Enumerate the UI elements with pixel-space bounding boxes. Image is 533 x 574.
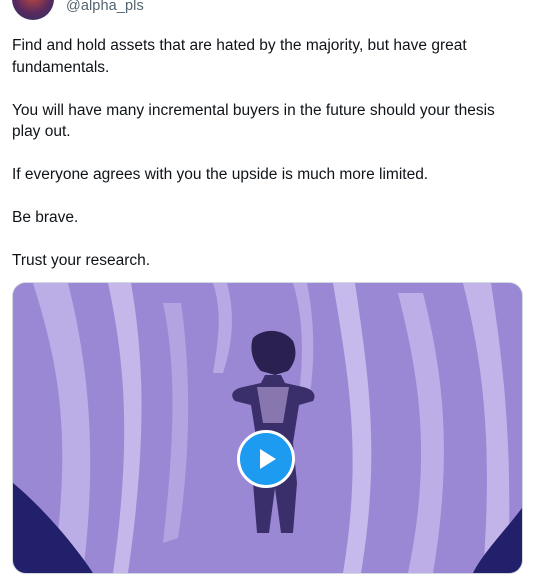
tweet-paragraph: Trust your research. [12,252,151,269]
avatar[interactable] [12,0,54,20]
tweet-text: Find and hold assets that are hated by t… [12,35,512,293]
tweet-paragraph: If everyone agrees with you the upside i… [12,166,429,183]
author-handle[interactable]: @alpha_pls [66,0,144,14]
tweet-paragraph: You will have many incremental buyers in… [12,101,495,141]
video-frame [13,283,522,573]
play-button[interactable] [237,430,295,488]
tweet-paragraph: Find and hold assets that are hated by t… [12,37,467,76]
video-thumbnail[interactable] [12,282,523,574]
play-icon [260,449,276,469]
tweet-paragraph: Be brave. [12,209,79,226]
